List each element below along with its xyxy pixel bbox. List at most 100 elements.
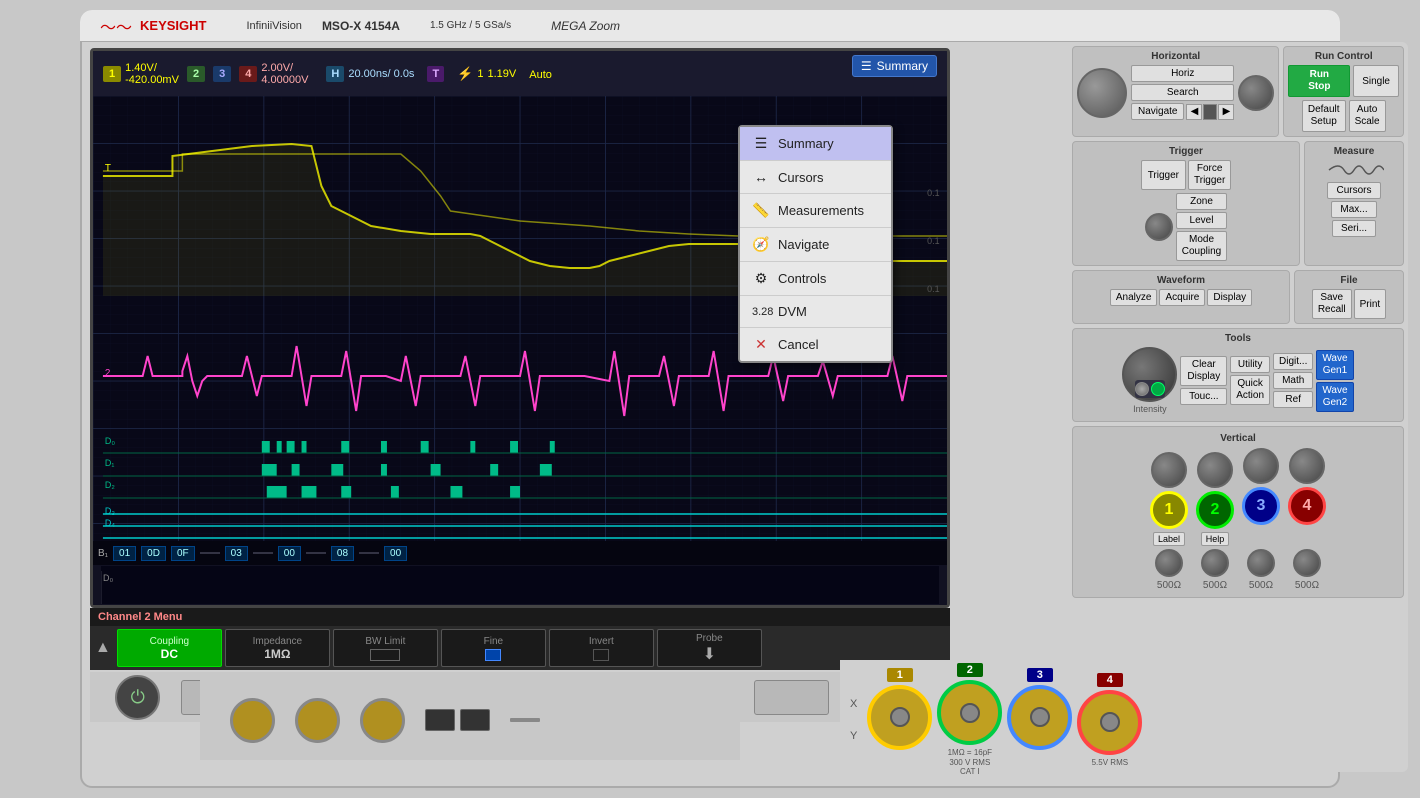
probe-input-3[interactable] (360, 698, 405, 743)
ch1-pos-knob[interactable] (1151, 452, 1187, 488)
menu-item-cursors[interactable]: ↔ Cursors (740, 161, 891, 194)
clear-display-button[interactable]: ClearDisplay (1180, 356, 1227, 386)
ch2-number-badge[interactable]: 2 (1196, 491, 1234, 529)
menu-item-controls[interactable]: ⚙ Controls (740, 262, 891, 296)
probe-input-1[interactable] (230, 698, 275, 743)
ch3-badge[interactable]: 3 (213, 66, 231, 82)
impedance-button[interactable]: Impedance 1MΩ (225, 629, 330, 667)
power-button[interactable]: ⏻ (115, 675, 160, 720)
horiz-button[interactable]: Horiz (1131, 65, 1234, 82)
demo-connector (510, 718, 540, 722)
ch2-help-button[interactable]: Help (1201, 532, 1230, 546)
ch2-scale-knob[interactable] (1201, 549, 1229, 577)
max-button[interactable]: Max... (1331, 201, 1376, 218)
seri-button[interactable]: Seri... (1332, 220, 1376, 237)
ch1-scale-knob[interactable] (1155, 549, 1183, 577)
menu-up-arrow-icon[interactable]: ▲ (95, 639, 111, 657)
search-button[interactable]: Search (1131, 84, 1234, 101)
usb-port-1[interactable] (425, 709, 455, 731)
coupling-button[interactable]: Coupling DC (117, 629, 222, 667)
single-button[interactable]: Single (1353, 65, 1399, 97)
bwlimit-button[interactable]: BW Limit (333, 629, 438, 667)
digit-button[interactable]: Digit... (1273, 353, 1313, 370)
intensity-knob[interactable] (1122, 347, 1177, 402)
wave-gen2-button[interactable]: WaveGen2 (1316, 382, 1353, 412)
force-trigger-button[interactable]: ForceTrigger (1188, 160, 1231, 190)
decode-cell-0f: 0F (171, 546, 195, 561)
display-button[interactable]: Display (1207, 289, 1252, 306)
nav-right-arrow[interactable]: ▶ (1218, 104, 1234, 120)
wave-gen1-button[interactable]: WaveGen1 (1316, 350, 1353, 380)
ch2-connector-group: 2 1MΩ = 16pF300 V RMSCAT I (937, 663, 1002, 777)
ch4-pos-knob[interactable] (1289, 448, 1325, 484)
mode-coupling-button[interactable]: ModeCoupling (1176, 231, 1227, 261)
ch1-badge[interactable]: 1 1.40V/ -420.00mV (103, 62, 179, 86)
quick-action-button[interactable]: QuickAction (1230, 375, 1270, 405)
summary-button[interactable]: ☰ Summary (852, 55, 937, 77)
navigate-menu-icon: 🧭 (752, 236, 770, 253)
level-button[interactable]: Level (1176, 212, 1227, 229)
usb-port-2[interactable] (460, 709, 490, 731)
h-badge[interactable]: H 20.00ns/ 0.0s (326, 66, 414, 82)
ch1-bnc-connector[interactable] (867, 685, 932, 750)
zone-button[interactable]: Zone (1176, 193, 1227, 210)
probe-button[interactable]: Probe ⬇ (657, 629, 762, 667)
touch-button[interactable]: Touc... (1180, 388, 1227, 405)
ch4-connector-group: 4 5.5V RMS (1077, 673, 1142, 768)
decode-cell-00b: 00 (384, 546, 407, 561)
ch4-number-badge[interactable]: 4 (1288, 487, 1326, 525)
analyze-button[interactable]: Analyze (1110, 289, 1158, 306)
ch3-scale-knob[interactable] (1247, 549, 1275, 577)
navigate-button[interactable]: Navigate (1131, 103, 1184, 120)
waveform-icon (1324, 160, 1384, 180)
menu-item-dvm[interactable]: 3.28 DVM (740, 296, 891, 328)
svg-text:D₃: D₃ (105, 506, 115, 516)
t-badge[interactable]: T (427, 66, 444, 82)
utility-button[interactable]: Utility (1230, 356, 1270, 373)
svg-text:0.1: 0.1 (927, 188, 939, 198)
ch2-vertical-group: 2 Help 500Ω (1196, 452, 1234, 591)
auto-scale-button[interactable]: AutoScale (1349, 100, 1386, 132)
print-button[interactable]: Print (1354, 289, 1387, 319)
bwlimit-label: BW Limit (365, 636, 405, 647)
ch3-pos-knob[interactable] (1243, 448, 1279, 484)
ch3-number-badge[interactable]: 3 (1242, 487, 1280, 525)
ch3-vertical-group: 3 500Ω (1242, 448, 1280, 591)
mode-text: Auto (529, 69, 552, 81)
horizontal-position-knob[interactable] (1077, 68, 1127, 118)
run-stop-button[interactable]: Run Stop (1288, 65, 1350, 97)
invert-label: Invert (589, 636, 614, 647)
ch2-bnc-connector[interactable] (937, 680, 1002, 745)
menu-item-summary[interactable]: ☰ Summary (740, 127, 891, 161)
save-recall-button[interactable]: SaveRecall (1312, 289, 1352, 319)
trigger-button[interactable]: Trigger (1141, 160, 1186, 190)
ch2-badge[interactable]: 2 (187, 66, 205, 82)
trigger-level-knob[interactable] (1145, 213, 1173, 241)
ch4-bnc-connector[interactable] (1077, 690, 1142, 755)
ch4-badge[interactable]: 4 2.00V/ 4.00000V (239, 62, 308, 86)
menu-item-cancel[interactable]: ✕ Cancel (740, 328, 891, 361)
decode-cell-08: 08 (331, 546, 354, 561)
ch2-pos-knob[interactable] (1197, 452, 1233, 488)
invert-button[interactable]: Invert (549, 629, 654, 667)
ref-button[interactable]: Ref (1273, 391, 1313, 408)
math-button[interactable]: Math (1273, 372, 1313, 389)
menu-item-navigate[interactable]: 🧭 Navigate (740, 228, 891, 262)
default-setup-button[interactable]: DefaultSetup (1302, 100, 1346, 132)
cursors-measure-button[interactable]: Cursors (1327, 182, 1380, 199)
probe-label: Probe (696, 633, 723, 644)
softkey-7[interactable] (754, 680, 829, 715)
acquire-button[interactable]: Acquire (1159, 289, 1205, 306)
ch1-number-badge[interactable]: 1 (1150, 491, 1188, 529)
nav-stop-btn[interactable] (1203, 104, 1217, 120)
fine-button[interactable]: Fine (441, 629, 546, 667)
coupling-value: DC (161, 647, 178, 661)
horizontal-scale-knob[interactable] (1238, 75, 1274, 111)
ch1-label-button[interactable]: Label (1153, 532, 1185, 546)
menu-item-measurements[interactable]: 📏 Measurements (740, 194, 891, 228)
ch3-bnc-connector[interactable] (1007, 685, 1072, 750)
nav-left-arrow[interactable]: ◀ (1186, 104, 1202, 120)
ch4-scale-knob[interactable] (1293, 549, 1321, 577)
probe-input-2[interactable] (295, 698, 340, 743)
ch1-connector-group: 1 (867, 668, 932, 773)
